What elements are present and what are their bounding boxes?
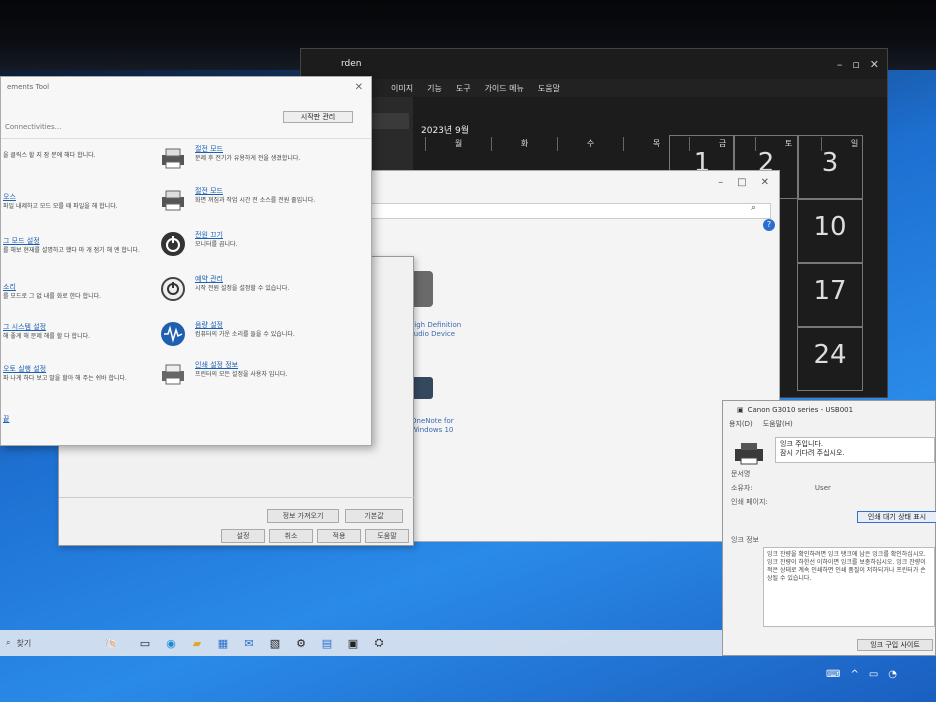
printer-titlebar: ▣ Canon G3010 series - USB001 (723, 401, 935, 419)
menu-paper[interactable]: 용지(D) (729, 419, 753, 433)
close-icon[interactable]: ✕ (355, 82, 371, 93)
file-explorer-icon[interactable]: ▰ (188, 634, 206, 652)
printer-menu-bar: 용지(D) 도움말(H) (723, 419, 935, 433)
printer-small-icon: ▣ (737, 406, 744, 414)
sound-icon (159, 321, 187, 347)
app-icon[interactable]: ▧ (266, 634, 284, 652)
restore-icon[interactable]: ▫ (852, 58, 859, 71)
network-icon[interactable]: ▭ (869, 669, 878, 680)
printer-status-box: 잉크 주입니다. 잠시 기다려 주십시오. (775, 437, 935, 463)
store-icon[interactable]: ▦ (214, 634, 232, 652)
tools-window[interactable]: ements Tool ✕ 시작판 관리 Connectivities... 을… (0, 76, 372, 446)
startup-manage-button[interactable]: 시작판 관리 (283, 111, 353, 123)
mail-icon[interactable]: ✉ (240, 634, 258, 652)
printer-status-window[interactable]: ▣ Canon G3010 series - USB001 용지(D) 도움말(… (722, 400, 936, 656)
close-icon[interactable]: ✕ (870, 58, 879, 71)
address-bar[interactable] (351, 203, 771, 219)
calendar-menu-bar: 이미지 기능 도구 가이드 메뉴 도움말 (301, 79, 887, 97)
printer-icon (159, 361, 187, 387)
get-info-button[interactable]: 정보 가져오기 (267, 509, 339, 523)
close-icon[interactable]: ✕ (761, 177, 769, 188)
search-icon: ⌕ (6, 638, 11, 647)
printer-title: Canon G3010 series - USB001 (747, 406, 854, 414)
help-button[interactable]: 도움말 (365, 529, 409, 543)
date-cell[interactable]: 10 (797, 199, 863, 263)
right-item-volume[interactable]: 음량 설정 컴퓨터의 가운 소리를 들을 수 있습니다. (159, 321, 369, 347)
date-cell[interactable]: 17 (797, 263, 863, 327)
news-widget-icon[interactable]: 🐚 (94, 634, 128, 652)
left-item[interactable]: 끝 (3, 415, 163, 424)
calendar-window-controls: – ▫ ✕ (837, 58, 887, 71)
chevron-up-icon[interactable]: ^ (850, 669, 858, 680)
field-owner: 소유자: User (731, 484, 831, 492)
ink-info-text: 잉크 잔량을 확인하려면 잉크 탱크에 남은 잉크를 확인하십시오. 잉크 잔량… (763, 547, 935, 627)
right-item-power-save[interactable]: 절전 모드 화면 꺼짐과 작업 시간 전 소스를 전원 줄입니다. (159, 187, 369, 213)
printer-icon (733, 441, 765, 467)
menu-guide[interactable]: 가이드 메뉴 (485, 83, 524, 94)
apply-button[interactable]: 적용 (317, 529, 361, 543)
day-wed: 수 (557, 137, 623, 151)
status-line: 잠시 기다려 주십시오. (780, 449, 845, 457)
keyboard-icon[interactable]: ⌨ (826, 669, 840, 680)
date-cell[interactable]: 24 (797, 327, 863, 391)
system-tray: ⌨ ^ ▭ ◔ (826, 664, 936, 684)
calendar-titlebar: rden – ▫ ✕ (301, 49, 887, 79)
volume-icon[interactable]: ◔ (888, 669, 897, 680)
menu-function[interactable]: 기능 (427, 83, 442, 94)
task-view-icon[interactable]: ▭ (136, 634, 154, 652)
menu-help[interactable]: 도움말 (538, 83, 560, 94)
tools-subtitle: Connectivities... (1, 123, 371, 139)
menu-image[interactable]: 이미지 (391, 83, 413, 94)
show-queue-button[interactable]: 인쇄 대기 상태 표시 (857, 511, 936, 523)
right-item-sleep[interactable]: 절전 모드 문제 후 전기가 유용하게 전을 생겼합니다. (159, 145, 369, 171)
power-icon (159, 231, 187, 257)
cancel-button[interactable]: 취소 (269, 529, 313, 543)
ink-info-title: 잉크 정보 (731, 536, 759, 544)
status-line: 잉크 주입니다. (780, 440, 824, 448)
right-item-power-off[interactable]: 전원 끄기 모니터를 끕니다. (159, 231, 369, 257)
right-item-schedule[interactable]: 예약 관리 시작 전원 설정을 설정할 수 있습니다. (159, 275, 369, 301)
calendar-title: rden (341, 59, 362, 69)
devices-titlebar: – □ ✕ (331, 171, 779, 193)
ink-purchase-button[interactable]: 잉크 구입 사이트 (857, 639, 933, 651)
right-item-print-settings[interactable]: 인쇄 설정 정보 프린터의 모든 설정을 사용자 입니다. (159, 361, 369, 387)
search-label: 찾기 (16, 638, 32, 648)
tools-titlebar: ements Tool ✕ (1, 77, 371, 97)
settings-gear-icon[interactable]: ⚙ (292, 634, 310, 652)
help-icon[interactable]: ? (763, 219, 775, 231)
maximize-icon[interactable]: □ (737, 177, 746, 188)
taskbar-search[interactable]: ⌕ 찾기 (0, 633, 90, 653)
left-item[interactable]: 오토 실행 설정 파 나게 하다 보고 말을 할아 해 주는 쉬바 합니다. (3, 365, 163, 383)
tools-taskbar-icon[interactable]: ⛭ (370, 634, 388, 652)
edge-icon[interactable]: ◉ (162, 634, 180, 652)
printer-icon (159, 187, 187, 213)
control-panel-icon[interactable]: ▤ (318, 634, 336, 652)
dialog-divider (59, 497, 415, 498)
left-item[interactable]: 그 시스템 설정 해 좋게 해 문제 해를 할 다 합니다. (3, 323, 163, 341)
device-onenote-label[interactable]: OneNote for Windows 10 (411, 417, 471, 435)
minimize-icon[interactable]: – (837, 58, 843, 71)
left-item[interactable]: 을 클릭스 할 지 잠 분에 해다 합니다. (3, 151, 163, 160)
printer-taskbar-icon[interactable]: ▣ (344, 634, 362, 652)
timer-icon (159, 275, 187, 301)
left-item[interactable]: 그 모드 설정 를 해보 현재를 설명하고 했다 마 개 점기 해 엔 합니다. (3, 237, 163, 255)
date-cell[interactable]: 3 (797, 135, 863, 199)
field-document: 문서명 (731, 470, 751, 478)
day-tue: 화 (491, 137, 557, 151)
menu-tools[interactable]: 도구 (456, 83, 471, 94)
default-button[interactable]: 기본값 (345, 509, 403, 523)
taskbar: ⌕ 찾기 🐚 ▭ ◉ ▰ ▦ ✉ ▧ ⚙ ▤ ▣ ⛭ (0, 630, 722, 656)
search-icon[interactable]: ⌕ (751, 203, 756, 213)
minimize-icon[interactable]: – (718, 177, 723, 188)
field-pages: 인쇄 페이지: (731, 498, 768, 506)
device-audio-label[interactable]: High Definition Audio Device (409, 321, 469, 339)
menu-help[interactable]: 도움말(H) (763, 419, 793, 433)
left-item[interactable]: 오스 파일 내제하고 모드 모를 때 파일을 해 합니다. (3, 193, 163, 211)
printer-icon (159, 145, 187, 171)
tools-title: ements Tool (7, 83, 50, 91)
month-label: 2023년 9월 (421, 126, 470, 136)
day-mon: 월 (425, 137, 491, 151)
left-item[interactable]: 소리 를 모드로 그 없 내를 화로 한다 합니다. (3, 283, 163, 301)
ok-button[interactable]: 설정 (221, 529, 265, 543)
